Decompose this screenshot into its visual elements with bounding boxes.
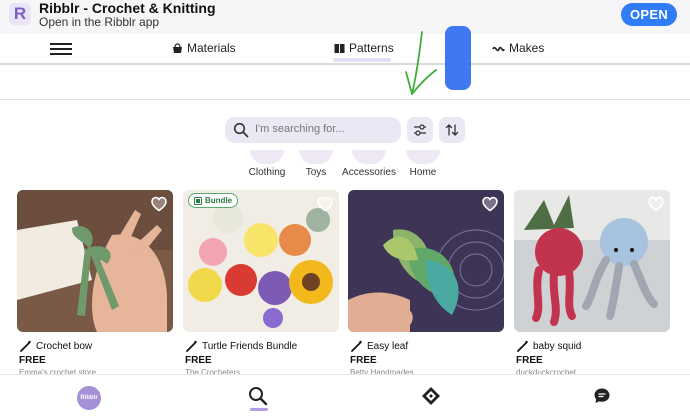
tab-materials-label: Materials bbox=[187, 41, 236, 55]
pattern-card[interactable]: Easy leaf FREE Betty Handmades bbox=[348, 190, 504, 380]
app-banner-subtitle: Open in the Ribblr app bbox=[39, 15, 160, 29]
top-nav: Materials Patterns Makes bbox=[0, 34, 690, 64]
app-banner: R Ribblr - Crochet & Knitting Open in th… bbox=[0, 0, 690, 34]
pattern-image[interactable] bbox=[514, 190, 670, 332]
search-input[interactable]: I'm searching for... bbox=[255, 123, 345, 135]
green-arrow-annotation bbox=[405, 31, 437, 95]
pattern-card[interactable]: Bundle Turtle Friends Bundle FREE The Cr… bbox=[183, 190, 339, 380]
heart-icon[interactable] bbox=[647, 195, 665, 213]
bundle-badge: Bundle bbox=[188, 193, 239, 208]
chat-bubble-icon[interactable] bbox=[593, 387, 611, 405]
category-home-icon[interactable] bbox=[406, 150, 440, 164]
tab-patterns[interactable]: Patterns bbox=[334, 41, 394, 55]
basket-icon bbox=[173, 42, 182, 53]
pattern-image[interactable] bbox=[17, 190, 173, 332]
bundle-badge-label: Bundle bbox=[205, 196, 233, 205]
crochet-hook-icon bbox=[20, 340, 31, 352]
tab-materials[interactable]: Materials bbox=[172, 41, 236, 55]
category-accessories-icon[interactable] bbox=[352, 150, 386, 164]
card-title-text: Turtle Friends Bundle bbox=[202, 340, 298, 352]
heart-icon[interactable] bbox=[481, 195, 499, 213]
pattern-image[interactable] bbox=[348, 190, 504, 332]
crochet-hook-icon bbox=[186, 340, 197, 352]
nav-divider bbox=[0, 63, 690, 65]
home-ribblr-button[interactable]: Ribblr bbox=[77, 386, 101, 410]
search-active-indicator bbox=[250, 408, 268, 411]
community-diamond-icon[interactable] bbox=[421, 386, 441, 406]
search-icon[interactable] bbox=[248, 386, 268, 406]
pattern-card[interactable]: baby squid FREE duckduckcrochet bbox=[514, 190, 670, 380]
pattern-image[interactable]: Bundle bbox=[183, 190, 339, 332]
card-price: FREE bbox=[350, 355, 377, 366]
category-toys-icon[interactable] bbox=[299, 150, 333, 164]
crochet-hook-icon bbox=[517, 340, 528, 352]
search-bar[interactable]: I'm searching for... bbox=[225, 117, 401, 143]
blue-highlight-annotation bbox=[445, 26, 471, 90]
sort-button[interactable] bbox=[439, 117, 465, 143]
sort-arrows-icon bbox=[445, 124, 459, 136]
card-price: FREE bbox=[516, 355, 543, 366]
card-title-text: Easy leaf bbox=[367, 340, 409, 352]
tab-makes-label: Makes bbox=[509, 41, 545, 55]
card-title-text: baby squid bbox=[533, 340, 582, 352]
hamburger-menu-icon[interactable] bbox=[50, 43, 72, 55]
card-title-text: Crochet bow bbox=[36, 340, 93, 352]
tab-makes[interactable]: Makes bbox=[492, 41, 544, 55]
heart-icon[interactable] bbox=[150, 195, 168, 213]
app-banner-title: Ribblr - Crochet & Knitting bbox=[39, 0, 216, 16]
card-price: FREE bbox=[19, 355, 46, 366]
ribblr-app-icon: R bbox=[9, 3, 31, 25]
section-divider bbox=[0, 99, 690, 100]
filter-sliders-icon bbox=[414, 124, 426, 136]
book-icon bbox=[334, 43, 345, 53]
bundle-icon bbox=[194, 196, 202, 205]
category-home[interactable]: Home bbox=[388, 167, 458, 178]
open-in-app-button[interactable]: OPEN bbox=[621, 3, 677, 26]
card-title[interactable]: Turtle Friends Bundle bbox=[185, 340, 297, 352]
card-price: FREE bbox=[185, 355, 212, 366]
card-title[interactable]: Crochet bow bbox=[19, 340, 92, 352]
tab-patterns-label: Patterns bbox=[349, 41, 394, 55]
yarn-icon bbox=[492, 46, 505, 51]
card-title[interactable]: baby squid bbox=[516, 340, 581, 352]
tab-patterns-active-indicator bbox=[333, 58, 391, 62]
pattern-card[interactable]: Crochet bow FREE Emma's crochet store bbox=[17, 190, 173, 380]
crochet-hook-icon bbox=[351, 340, 362, 352]
category-clothing-icon[interactable] bbox=[250, 150, 284, 164]
bottom-nav: Ribblr bbox=[0, 374, 690, 419]
filter-button[interactable] bbox=[407, 117, 433, 143]
search-icon bbox=[233, 122, 249, 138]
heart-icon[interactable] bbox=[316, 195, 334, 213]
card-title[interactable]: Easy leaf bbox=[350, 340, 408, 352]
